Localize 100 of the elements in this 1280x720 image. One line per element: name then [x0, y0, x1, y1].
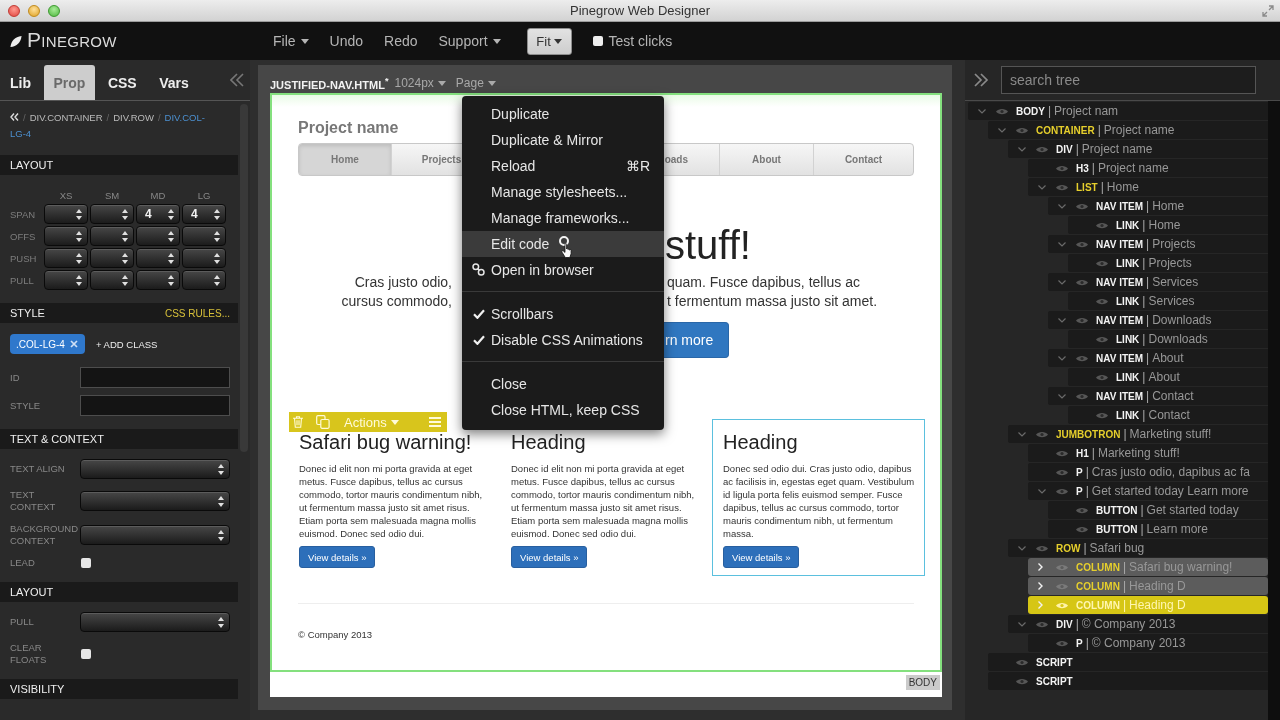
tree-row[interactable]: H3 | Project name	[1028, 159, 1268, 177]
number-spinner[interactable]	[90, 204, 134, 224]
tree-row[interactable]: LINK | Projects	[1068, 254, 1268, 272]
up-down-arrows-icon[interactable]	[168, 252, 174, 264]
tree-row[interactable]: CONTAINER | Project name	[988, 121, 1268, 139]
chevron-down-icon[interactable]	[1018, 621, 1026, 627]
up-down-arrows-icon[interactable]	[76, 274, 82, 286]
eye-icon[interactable]	[1056, 183, 1068, 191]
menu-item[interactable]: Scrollbars	[462, 301, 664, 327]
collapse-panel-icon[interactable]	[230, 73, 244, 87]
remove-icon[interactable]	[69, 340, 78, 348]
tree-row[interactable]: P | Get started today Learn more	[1028, 482, 1268, 500]
tree-row[interactable]: NAV ITEM | About	[1048, 349, 1268, 367]
tree-row[interactable]: LINK | Services	[1068, 292, 1268, 310]
up-down-arrows-icon[interactable]	[214, 208, 220, 220]
panel-tab[interactable]: Lib	[0, 65, 41, 100]
up-down-arrows-icon[interactable]	[122, 208, 128, 220]
menu-item[interactable]: Duplicate	[462, 101, 664, 127]
tree-row[interactable]: LINK | Home	[1068, 216, 1268, 234]
tree-row[interactable]: DIV | © Company 2013	[1008, 615, 1268, 633]
number-spinner[interactable]	[182, 270, 226, 290]
eye-icon[interactable]	[1076, 202, 1088, 210]
up-down-arrows-icon[interactable]	[218, 616, 224, 628]
menu-item[interactable]: Manage frameworks...	[462, 205, 664, 231]
section-header[interactable]: STYLE CSS RULES...	[0, 303, 238, 323]
eye-icon[interactable]	[1076, 525, 1088, 533]
menu-item[interactable]: Close HTML, keep CSS	[462, 397, 664, 423]
checkbox-label[interactable]: Test clicks	[608, 33, 673, 49]
number-spinner[interactable]	[136, 226, 180, 246]
text-field[interactable]	[80, 367, 230, 388]
number-spinner[interactable]: 4	[182, 204, 226, 224]
eye-icon[interactable]	[1096, 221, 1108, 229]
checkbox[interactable]	[592, 36, 603, 46]
chevron-down-icon[interactable]	[1018, 146, 1026, 152]
class-tag[interactable]: .COL-LG-4	[10, 334, 85, 354]
view-details-button[interactable]: View details »	[299, 546, 376, 568]
up-down-arrows-icon[interactable]	[76, 208, 82, 220]
menu-button[interactable]: Support	[438, 33, 501, 49]
menu-item[interactable]: Disable CSS Animations	[462, 327, 664, 353]
up-down-arrows-icon[interactable]	[214, 252, 220, 264]
chevron-down-icon[interactable]	[1038, 488, 1046, 494]
eye-icon[interactable]	[1076, 240, 1088, 248]
eye-icon[interactable]	[1036, 430, 1048, 438]
number-spinner[interactable]	[44, 248, 88, 268]
zoom-window-button[interactable]	[48, 4, 60, 17]
chevron-down-icon[interactable]	[1058, 203, 1066, 209]
eye-icon[interactable]	[1076, 392, 1088, 400]
eye-icon[interactable]	[1056, 639, 1068, 647]
tree-row[interactable]: H1 | Marketing stuff!	[1028, 444, 1268, 462]
dropdown-field[interactable]	[80, 459, 230, 479]
nav-tab[interactable]: Contact	[813, 144, 913, 175]
checkbox[interactable]	[81, 649, 91, 659]
tree-row[interactable]: ROW | Safari bug	[1008, 539, 1268, 557]
up-down-arrows-icon[interactable]	[168, 208, 174, 220]
section-header[interactable]: TEXT & CONTEXT	[0, 429, 238, 449]
dropdown-field[interactable]	[80, 612, 230, 632]
eye-icon[interactable]	[1016, 126, 1028, 134]
number-spinner[interactable]	[136, 270, 180, 290]
eye-icon[interactable]	[1096, 373, 1108, 381]
eye-icon[interactable]	[1036, 544, 1048, 552]
chevron-right-icon[interactable]	[1038, 582, 1043, 590]
chevron-down-icon[interactable]	[1058, 393, 1066, 399]
expand-panel-icon[interactable]	[973, 73, 989, 87]
up-down-arrows-icon[interactable]	[122, 230, 128, 242]
page-menu-button[interactable]: Page	[455, 76, 496, 90]
text-field[interactable]	[80, 395, 230, 416]
menu-button[interactable]: Undo	[329, 33, 364, 49]
dropdown-field[interactable]	[80, 525, 230, 545]
section-header[interactable]: LAYOUT	[0, 582, 238, 602]
eye-icon[interactable]	[1076, 506, 1088, 514]
primary-button[interactable]: rn more	[664, 322, 730, 358]
number-spinner[interactable]	[90, 270, 134, 290]
tree-row[interactable]: NAV ITEM | Downloads	[1048, 311, 1268, 329]
tree-row[interactable]: NAV ITEM | Home	[1048, 197, 1268, 215]
minimize-window-button[interactable]	[28, 4, 40, 17]
tree-row[interactable]: COLUMN | Safari bug warning!	[1028, 558, 1268, 576]
eye-icon[interactable]	[1056, 487, 1068, 495]
width-dropdown[interactable]: 1024px	[394, 76, 446, 90]
menu-item[interactable]: Edit code	[462, 231, 664, 257]
tree-row[interactable]: SCRIPT	[988, 672, 1268, 690]
eye-icon[interactable]	[1016, 658, 1028, 666]
tree-row[interactable]: SCRIPT	[988, 653, 1268, 671]
eye-icon[interactable]	[1016, 677, 1028, 685]
up-down-arrows-icon[interactable]	[218, 463, 224, 475]
chevron-down-icon[interactable]	[1058, 355, 1066, 361]
chevron-down-icon[interactable]	[998, 127, 1006, 133]
chevron-down-icon[interactable]	[1038, 184, 1046, 190]
number-spinner[interactable]	[90, 226, 134, 246]
tree-row[interactable]: DIV | Project name	[1008, 140, 1268, 158]
eye-icon[interactable]	[1056, 449, 1068, 457]
chevron-down-icon[interactable]	[1058, 279, 1066, 285]
menu-button[interactable]: File	[273, 33, 309, 49]
back-chevrons-icon[interactable]	[10, 113, 19, 121]
view-details-button[interactable]: View details »	[511, 546, 588, 568]
eye-icon[interactable]	[1096, 335, 1108, 343]
section-header[interactable]: VISIBILITY	[0, 679, 238, 699]
add-class-link[interactable]: + ADD CLASS	[95, 338, 158, 350]
eye-icon[interactable]	[1076, 278, 1088, 286]
tree-row[interactable]: LINK | Contact	[1068, 406, 1268, 424]
menu-button[interactable]: Redo	[384, 33, 418, 49]
